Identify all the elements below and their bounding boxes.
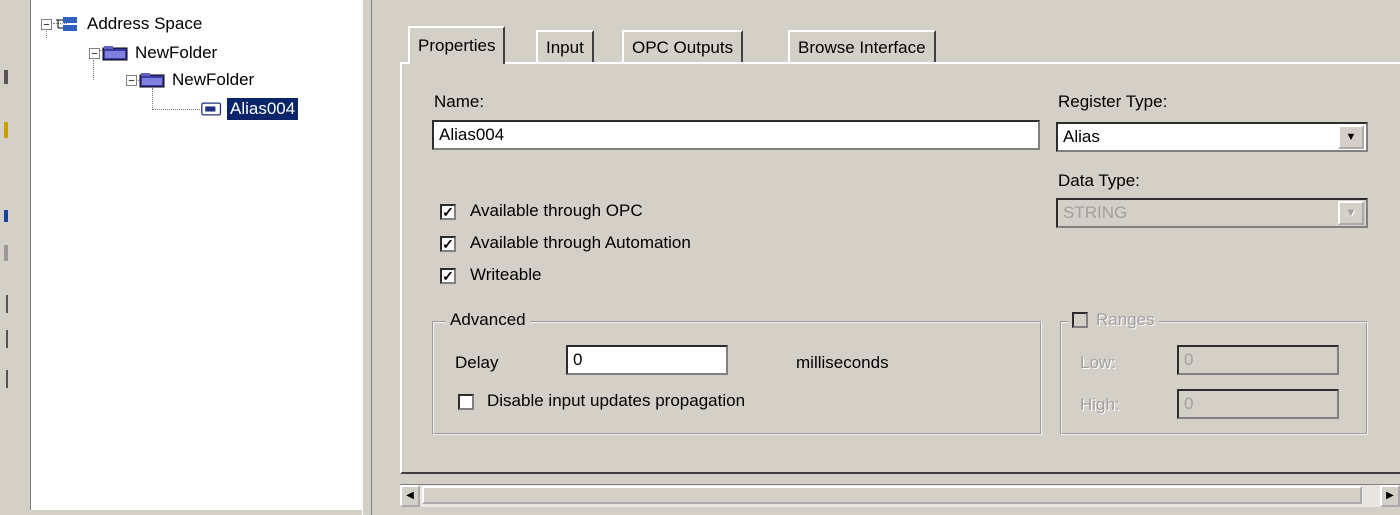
tab-opc-outputs[interactable]: OPC Outputs [622, 30, 744, 63]
tree-label: Address Space [87, 14, 203, 33]
data-type-label: Data Type: [1058, 171, 1140, 190]
delay-field[interactable]: 0 [566, 345, 728, 375]
horizontal-scrollbar[interactable]: ◀ ▶ [400, 484, 1400, 507]
advanced-title: Advanced [446, 310, 530, 330]
tree-label: NewFolder [172, 70, 255, 89]
tree-node-newfolder[interactable]: − NewFolder [89, 41, 220, 65]
collapse-icon[interactable]: − [126, 74, 137, 86]
checkbox-available-automation[interactable]: ✓ [440, 236, 456, 252]
name-field[interactable]: Alias004 [432, 120, 1040, 150]
tab-properties[interactable]: Properties [408, 26, 506, 64]
tab-browse-interface[interactable]: Browse Interface [788, 30, 936, 63]
chevron-down-icon[interactable]: ▼ [1338, 125, 1364, 149]
tab-label: Properties [418, 36, 496, 55]
high-label: High: [1080, 395, 1120, 414]
register-type-label: Register Type: [1058, 92, 1168, 111]
data-type-value: STRING [1063, 203, 1128, 222]
high-field[interactable]: 0 [1177, 389, 1339, 419]
tool-icon[interactable] [4, 210, 8, 222]
splitter[interactable] [362, 0, 372, 515]
low-field[interactable]: 0 [1177, 345, 1339, 375]
low-label: Low: [1080, 353, 1116, 372]
folder-icon [102, 46, 128, 61]
alias-icon [201, 102, 222, 116]
tool-separator [6, 295, 8, 313]
scroll-thumb[interactable] [422, 486, 1362, 504]
data-type-select[interactable]: STRING [1056, 198, 1368, 228]
scroll-left-icon[interactable]: ◀ [400, 485, 420, 507]
checkbox-available-opc[interactable]: ✓ [440, 204, 456, 220]
tool-separator [6, 370, 8, 388]
tab-label: Input [546, 37, 584, 57]
checkbox-label: Available through OPC [470, 201, 643, 220]
advanced-group [432, 321, 1042, 435]
checkbox-label: Writeable [470, 265, 542, 284]
tool-icon[interactable] [4, 245, 8, 261]
ranges-label: Ranges [1096, 310, 1155, 329]
checkbox-disable-propagation[interactable] [458, 394, 474, 410]
checkbox-writeable[interactable]: ✓ [440, 268, 456, 284]
tool-icon[interactable] [4, 70, 8, 84]
checkbox-label: Available through Automation [470, 233, 691, 252]
checkbox-label: Disable input updates propagation [487, 391, 746, 410]
tree-node-alias004[interactable]: Alias004 [199, 97, 300, 121]
tab-label: OPC Outputs [632, 37, 734, 57]
tree-label-selected: Alias004 [225, 97, 300, 121]
collapse-icon[interactable]: − [89, 47, 100, 59]
folder-icon [139, 73, 165, 88]
tab-input[interactable]: Input [536, 30, 594, 63]
ranges-title: Ranges [1068, 310, 1159, 330]
name-label: Name: [434, 92, 485, 111]
tree-node-newfolder-child[interactable]: − NewFolder [126, 68, 257, 92]
register-type-value: Alias [1063, 127, 1100, 146]
address-space-tree[interactable]: − Address Space − NewFolder − NewFolder … [30, 0, 365, 510]
collapse-icon[interactable]: − [41, 18, 52, 30]
tree-node-address-space[interactable]: − Address Space [41, 12, 205, 36]
tool-icon[interactable] [4, 122, 8, 138]
tab-label: Browse Interface [798, 37, 926, 57]
tree-label: NewFolder [135, 43, 218, 62]
chevron-down-icon[interactable]: ▼ [1338, 201, 1364, 225]
delay-label: Delay [455, 353, 499, 372]
scroll-right-icon[interactable]: ▶ [1380, 485, 1400, 507]
toolbar-strip [0, 0, 30, 515]
tool-separator [6, 330, 8, 348]
address-space-icon [56, 17, 77, 31]
register-type-select[interactable]: Alias [1056, 122, 1368, 152]
delay-unit: milliseconds [796, 353, 889, 372]
checkbox-ranges[interactable] [1072, 312, 1088, 328]
